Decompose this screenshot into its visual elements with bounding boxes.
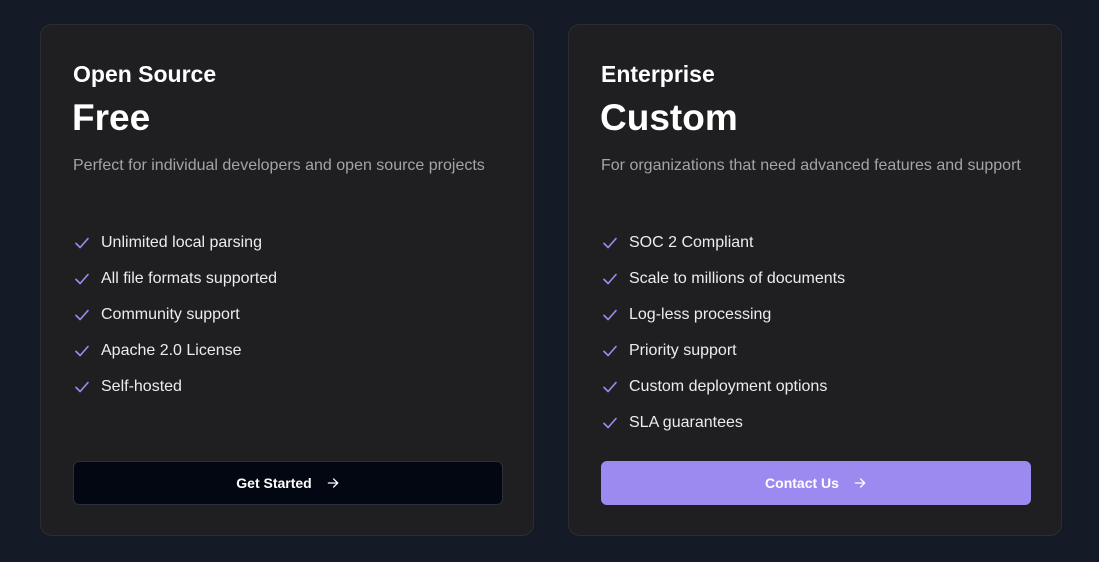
plan-price: Free [72,97,151,138]
check-icon [603,273,617,285]
feature-label: Apache 2.0 License [101,342,242,359]
feature-item: Priority support [601,333,845,369]
check-icon [75,273,89,285]
plan-name: Open Source [73,61,217,87]
feature-label: Self-hosted [101,378,182,395]
feature-item: Community support [73,297,277,333]
feature-label: Custom deployment options [629,378,828,395]
check-icon [603,381,617,393]
feature-item: Apache 2.0 License [73,333,277,369]
pricing-card-open-source: Open Source Free Perfect for individual … [40,24,534,536]
feature-item: Log-less processing [601,297,845,333]
feature-list: SOC 2 Compliant Scale to millions of doc… [601,225,845,441]
feature-item: SOC 2 Compliant [601,225,845,261]
contact-us-button[interactable]: Contact Us [601,461,1031,505]
feature-label: Scale to millions of documents [629,270,846,287]
check-icon [75,345,89,357]
feature-label: SOC 2 Compliant [629,234,754,251]
feature-label: All file formats supported [101,270,278,287]
feature-item: SLA guarantees [601,405,845,441]
feature-item: Custom deployment options [601,369,845,405]
feature-label: SLA guarantees [629,414,743,431]
feature-item: Self-hosted [73,369,277,405]
plan-name: Enterprise [601,61,715,87]
check-icon [75,381,89,393]
plan-description: For organizations that need advanced fea… [601,157,1021,174]
get-started-button[interactable]: Get Started [73,461,503,505]
plan-description: Perfect for individual developers and op… [73,157,485,174]
feature-label: Priority support [629,342,737,359]
feature-item: Unlimited local parsing [73,225,277,261]
check-icon [603,237,617,249]
check-icon [603,309,617,321]
feature-label: Community support [101,306,240,323]
check-icon [603,417,617,429]
arrow-right-icon [854,478,866,488]
feature-list: Unlimited local parsing All file formats… [73,225,277,405]
feature-label: Log-less processing [629,306,772,323]
button-label: Contact Us [765,475,839,491]
feature-label: Unlimited local parsing [101,234,262,251]
check-icon [75,309,89,321]
button-label: Get Started [236,475,312,491]
feature-item: All file formats supported [73,261,277,297]
feature-item: Scale to millions of documents [601,261,845,297]
check-icon [75,237,89,249]
pricing-card-enterprise: Enterprise Custom For organizations that… [568,24,1062,536]
check-icon [603,345,617,357]
plan-price: Custom [600,97,738,138]
arrow-right-icon [327,478,339,488]
